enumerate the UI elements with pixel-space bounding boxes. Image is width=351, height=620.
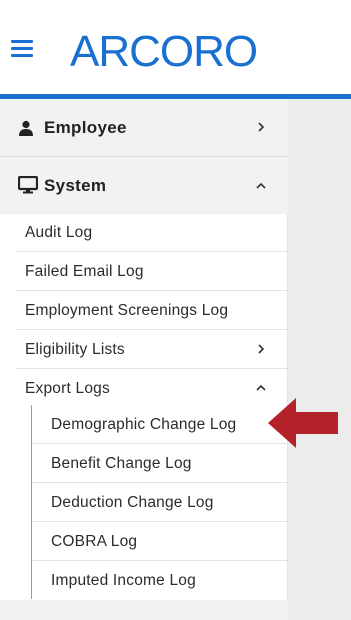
submenu-item-label: Deduction Change Log bbox=[51, 494, 214, 511]
submenu-item-label: Demographic Change Log bbox=[51, 416, 237, 433]
menu-item-failed-email-log[interactable]: Failed Email Log bbox=[16, 252, 288, 291]
sidebar-footer-strip bbox=[0, 600, 288, 620]
menu-item-label: Audit Log bbox=[25, 224, 93, 241]
menu-item-employment-screenings-log[interactable]: Employment Screenings Log bbox=[16, 291, 288, 330]
chevron-right-icon bbox=[258, 122, 265, 132]
monitor-icon bbox=[18, 176, 38, 194]
menu-item-eligibility-lists[interactable]: Eligibility Lists bbox=[16, 330, 288, 369]
menu-item-label: Failed Email Log bbox=[25, 263, 144, 280]
sidebar-section-employee[interactable]: Employee bbox=[0, 99, 288, 156]
menu-item-audit-log[interactable]: Audit Log bbox=[16, 213, 288, 252]
main-content-area bbox=[288, 99, 351, 620]
submenu-item-label: Imputed Income Log bbox=[51, 572, 196, 589]
left-arrow-icon bbox=[268, 398, 338, 448]
submenu-item-cobra-log[interactable]: COBRA Log bbox=[32, 522, 288, 561]
menu-item-label: Employment Screenings Log bbox=[25, 302, 229, 319]
svg-text:ARCORO: ARCORO bbox=[70, 27, 257, 74]
submenu-item-label: COBRA Log bbox=[51, 533, 138, 550]
chevron-up-icon bbox=[256, 384, 266, 391]
sidebar-section-system[interactable]: System bbox=[0, 157, 288, 214]
hamburger-icon[interactable] bbox=[11, 40, 33, 58]
chevron-right-icon bbox=[258, 344, 265, 354]
menu-item-label: Eligibility Lists bbox=[25, 341, 125, 358]
top-bar: ARCORO bbox=[0, 0, 351, 94]
arcoro-logo: ARCORO bbox=[70, 27, 258, 74]
chevron-up-icon bbox=[256, 182, 266, 189]
user-icon bbox=[19, 120, 33, 136]
submenu-item-deduction-change-log[interactable]: Deduction Change Log bbox=[32, 483, 288, 522]
section-label-employee: Employee bbox=[44, 118, 127, 137]
submenu-item-benefit-change-log[interactable]: Benefit Change Log bbox=[32, 444, 288, 483]
menu-item-export-logs[interactable]: Export Logs bbox=[16, 369, 288, 408]
section-label-system: System bbox=[44, 176, 107, 195]
menu-item-label: Export Logs bbox=[25, 380, 110, 397]
submenu-item-label: Benefit Change Log bbox=[51, 455, 192, 472]
submenu-item-demographic-change-log[interactable]: Demographic Change Log bbox=[32, 405, 288, 444]
submenu-item-imputed-income-log[interactable]: Imputed Income Log bbox=[32, 561, 288, 600]
